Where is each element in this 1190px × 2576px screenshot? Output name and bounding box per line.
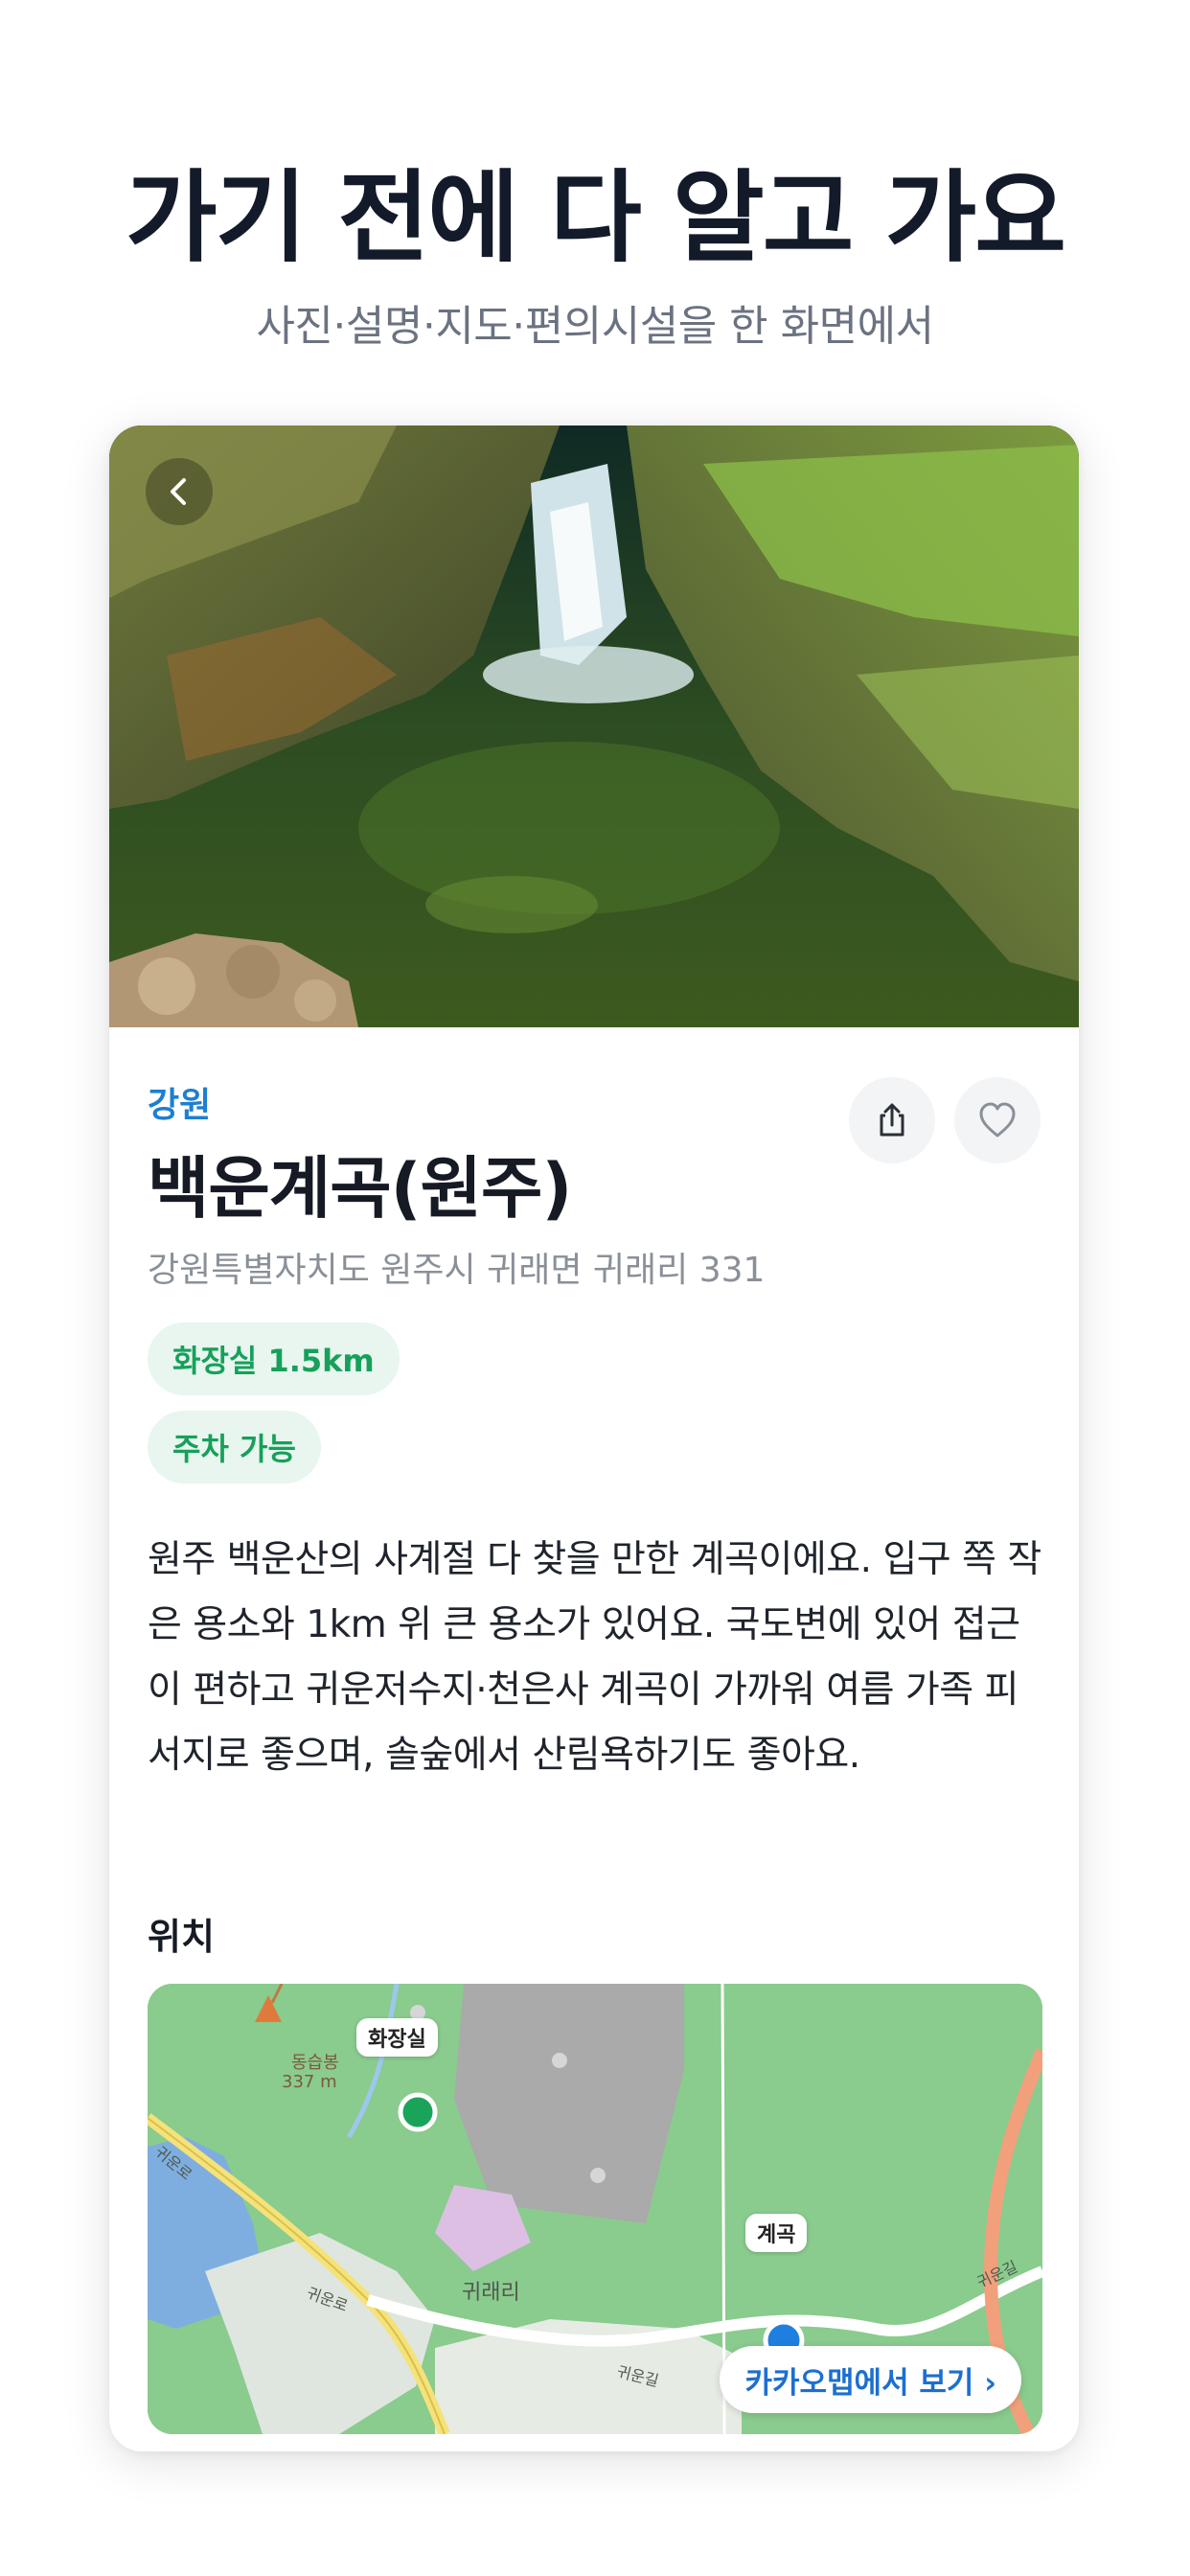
favorite-button[interactable]	[954, 1077, 1041, 1163]
peak-height: 337 m	[282, 2072, 337, 2092]
heart-icon	[979, 1102, 1016, 1138]
toilet-map-label: 화장실	[356, 2018, 438, 2057]
place-title: 백운계곡(원주)	[148, 1149, 572, 1228]
location-map[interactable]: 화장실 동습봉 337 m 귀래리 귀운로 귀운로 귀운길 귀운길 계곡 카카오…	[148, 1984, 1042, 2434]
headline: 가기 전에 다 알고 가요	[126, 159, 1066, 276]
back-button[interactable]	[146, 458, 213, 525]
hero-photo	[109, 426, 1079, 1027]
subline: 사진·설명·지도·편의시설을 한 화면에서	[256, 302, 934, 351]
chevron-left-icon	[171, 478, 186, 505]
green-pin-icon[interactable]	[397, 2091, 439, 2133]
valley-map-label: 계곡	[745, 2214, 808, 2252]
address: 강원특별자치도 원주시 귀래면 귀래리 331	[148, 1251, 766, 1290]
parking-chip: 주차 가능	[148, 1411, 321, 1484]
location-heading: 위치	[148, 1916, 215, 1958]
toilet-distance-chip: 화장실 1.5km	[148, 1322, 400, 1395]
region-label: 강원	[148, 1086, 212, 1125]
peak-name: 동습봉	[291, 2053, 339, 2073]
description: 원주 백운산의 사계절 다 찾을 만한 계곡이에요. 입구 쪽 작은 용소와 1…	[148, 1538, 1041, 1777]
village-label: 귀래리	[462, 2281, 520, 2305]
place-card: 강원 백운계곡(원주) 강원특별자치도 원주시 귀래면 귀래리 331 화장실 …	[109, 426, 1079, 2451]
share-button[interactable]	[849, 1077, 935, 1163]
share-icon	[880, 1103, 904, 1137]
kakao-map-button[interactable]: 카카오맵에서 보기 ›	[720, 2346, 1021, 2413]
waterfall-photo	[109, 426, 1079, 1027]
